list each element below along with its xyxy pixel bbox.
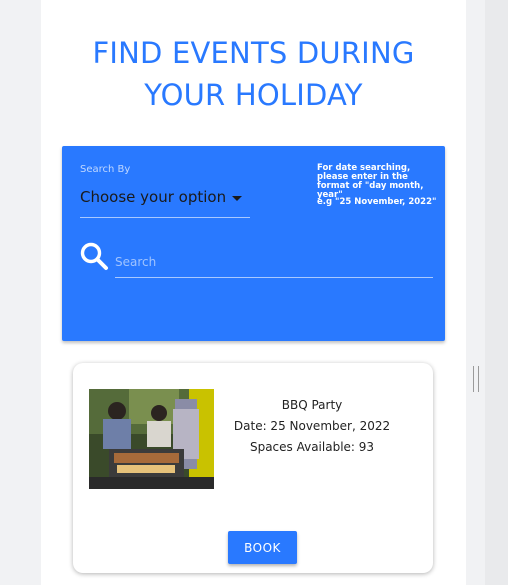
search-by-label: Search By bbox=[80, 164, 131, 175]
search-panel: Search By Choose your option For date se… bbox=[62, 146, 445, 341]
search-icon bbox=[80, 242, 108, 270]
page-title: FIND EVENTS DURING YOUR HOLIDAY bbox=[41, 32, 466, 116]
event-name: BBQ Party bbox=[281, 398, 343, 412]
chevron-down-icon bbox=[232, 196, 242, 201]
event-date: Date: 25 November, 2022 bbox=[233, 419, 391, 433]
resize-handle[interactable] bbox=[473, 366, 479, 392]
search-by-select-value: Choose your option bbox=[80, 188, 227, 206]
event-image bbox=[89, 389, 214, 489]
search-by-select[interactable]: Choose your option bbox=[80, 186, 250, 218]
search-input[interactable] bbox=[115, 246, 433, 278]
page-title-line-1: FIND EVENTS DURING bbox=[92, 36, 415, 70]
book-button[interactable]: BOOK bbox=[228, 531, 297, 564]
scrollbar-gutter bbox=[485, 0, 508, 585]
date-format-hint: For date searching, please enter in the … bbox=[317, 163, 424, 200]
event-spaces: Spaces Available: 93 bbox=[249, 440, 375, 454]
date-format-example: e.g "25 November, 2022" bbox=[317, 197, 437, 207]
event-info: BBQ Party Date: 25 November, 2022 Spaces… bbox=[223, 395, 401, 458]
event-card: BBQ Party Date: 25 November, 2022 Spaces… bbox=[73, 363, 433, 573]
page-title-line-2: YOUR HOLIDAY bbox=[144, 78, 363, 112]
